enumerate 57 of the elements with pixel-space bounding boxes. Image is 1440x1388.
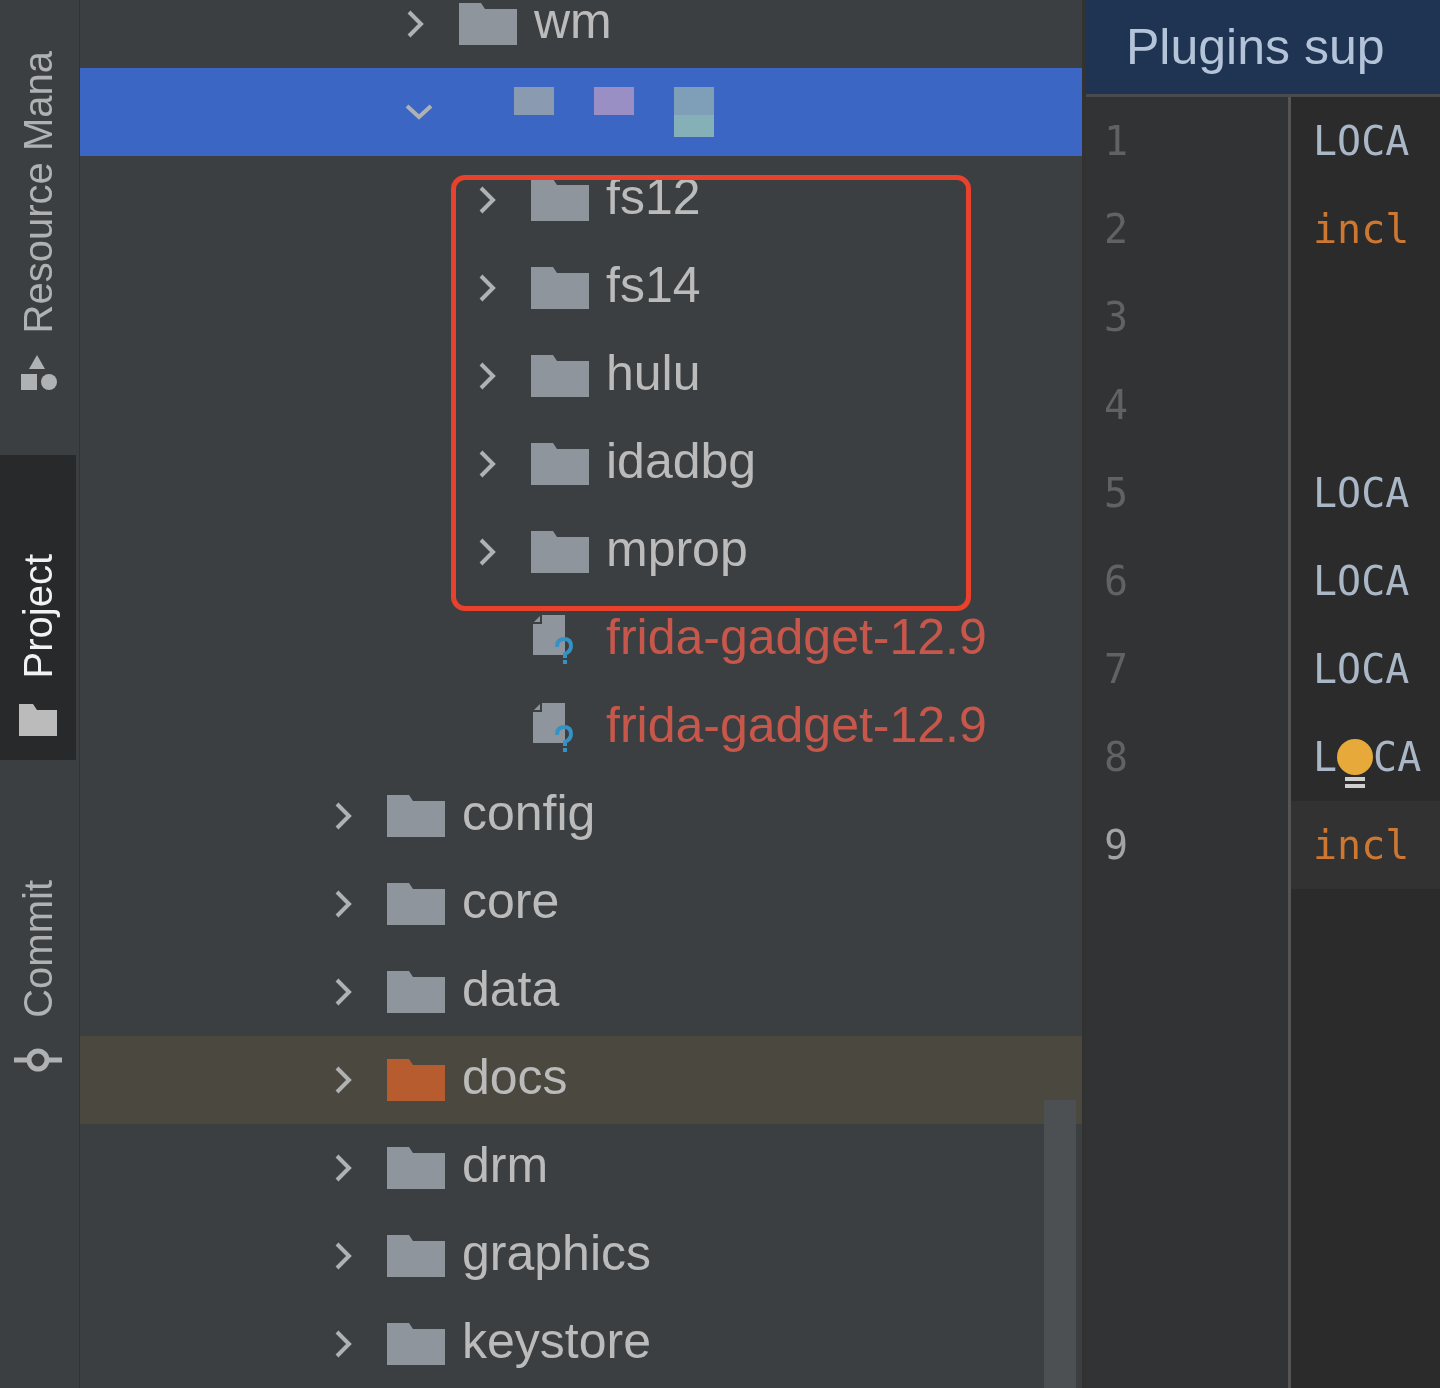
tree-label: mprop bbox=[606, 524, 748, 579]
code-text: LOCA bbox=[1313, 645, 1410, 694]
tree-row[interactable]: hulu bbox=[80, 332, 1082, 420]
code-text: L bbox=[1313, 733, 1338, 782]
unknown-file-icon bbox=[531, 703, 575, 753]
tree-label: idadbg bbox=[606, 436, 757, 491]
tool-window-tab[interactable]: Resource Mana bbox=[0, 0, 76, 410]
code-text: incl bbox=[1313, 205, 1410, 254]
folder-icon bbox=[387, 1235, 445, 1277]
tree-row[interactable]: fs14 bbox=[80, 244, 1082, 332]
folder-icon bbox=[387, 795, 445, 837]
folder-icon bbox=[531, 179, 589, 221]
tree-row[interactable]: core bbox=[80, 860, 1082, 948]
tree-row[interactable]: data bbox=[80, 948, 1082, 1036]
tree-label: core bbox=[462, 876, 560, 931]
folder-icon bbox=[387, 1323, 445, 1365]
tree-row[interactable]: graphics bbox=[80, 1212, 1082, 1300]
tree-label: fs14 bbox=[606, 260, 701, 315]
folder-icon bbox=[387, 971, 445, 1013]
folder-icon bbox=[531, 531, 589, 573]
tree-label: wm bbox=[534, 0, 612, 51]
folder-icon bbox=[531, 355, 589, 397]
tree-label: data bbox=[462, 964, 560, 1019]
code-text: LOCA bbox=[1313, 117, 1410, 166]
tree-label: drm bbox=[462, 1140, 549, 1195]
tree-label: hulu bbox=[606, 348, 701, 403]
line-number: 9 bbox=[1104, 821, 1129, 870]
tree-label: fs12 bbox=[606, 172, 701, 227]
tree-row[interactable]: drm bbox=[80, 1124, 1082, 1212]
folder-icon bbox=[531, 443, 589, 485]
tree-row[interactable]: fs12 bbox=[80, 156, 1082, 244]
folder-icon bbox=[387, 1147, 445, 1189]
tree-label: docs bbox=[462, 1052, 568, 1107]
tree-label: frida-gadget-12.9 bbox=[606, 612, 987, 667]
folder-icon bbox=[459, 3, 517, 45]
code-text: incl bbox=[1313, 821, 1410, 870]
code-text: CA bbox=[1373, 733, 1422, 782]
tree-label: frida-gadget-12.9 bbox=[606, 700, 987, 755]
tree-row[interactable]: keystore bbox=[80, 1300, 1082, 1388]
tree-label: keystore bbox=[462, 1316, 651, 1371]
folder-icon bbox=[531, 267, 589, 309]
tree-label: graphics bbox=[462, 1228, 651, 1283]
folder-icon bbox=[387, 883, 445, 925]
tree-row[interactable]: config bbox=[80, 772, 1082, 860]
tree-row[interactable]: docs bbox=[80, 1036, 1082, 1124]
tree-row[interactable] bbox=[80, 68, 1082, 156]
tree-label: config bbox=[462, 788, 596, 843]
notification-banner: Plugins sup bbox=[1086, 0, 1440, 97]
code-text: LOCA bbox=[1313, 469, 1410, 518]
tree-row[interactable]: idadbg bbox=[80, 420, 1082, 508]
folder-icon bbox=[387, 1059, 445, 1101]
tree-row[interactable]: mprop bbox=[80, 508, 1082, 596]
code-text: LOCA bbox=[1313, 557, 1410, 606]
tree-row[interactable]: wm bbox=[80, 0, 1082, 68]
tool-window-tab[interactable]: Project bbox=[0, 455, 76, 760]
tool-window-tab[interactable]: Commit bbox=[0, 800, 76, 1100]
unknown-file-icon bbox=[531, 615, 575, 665]
